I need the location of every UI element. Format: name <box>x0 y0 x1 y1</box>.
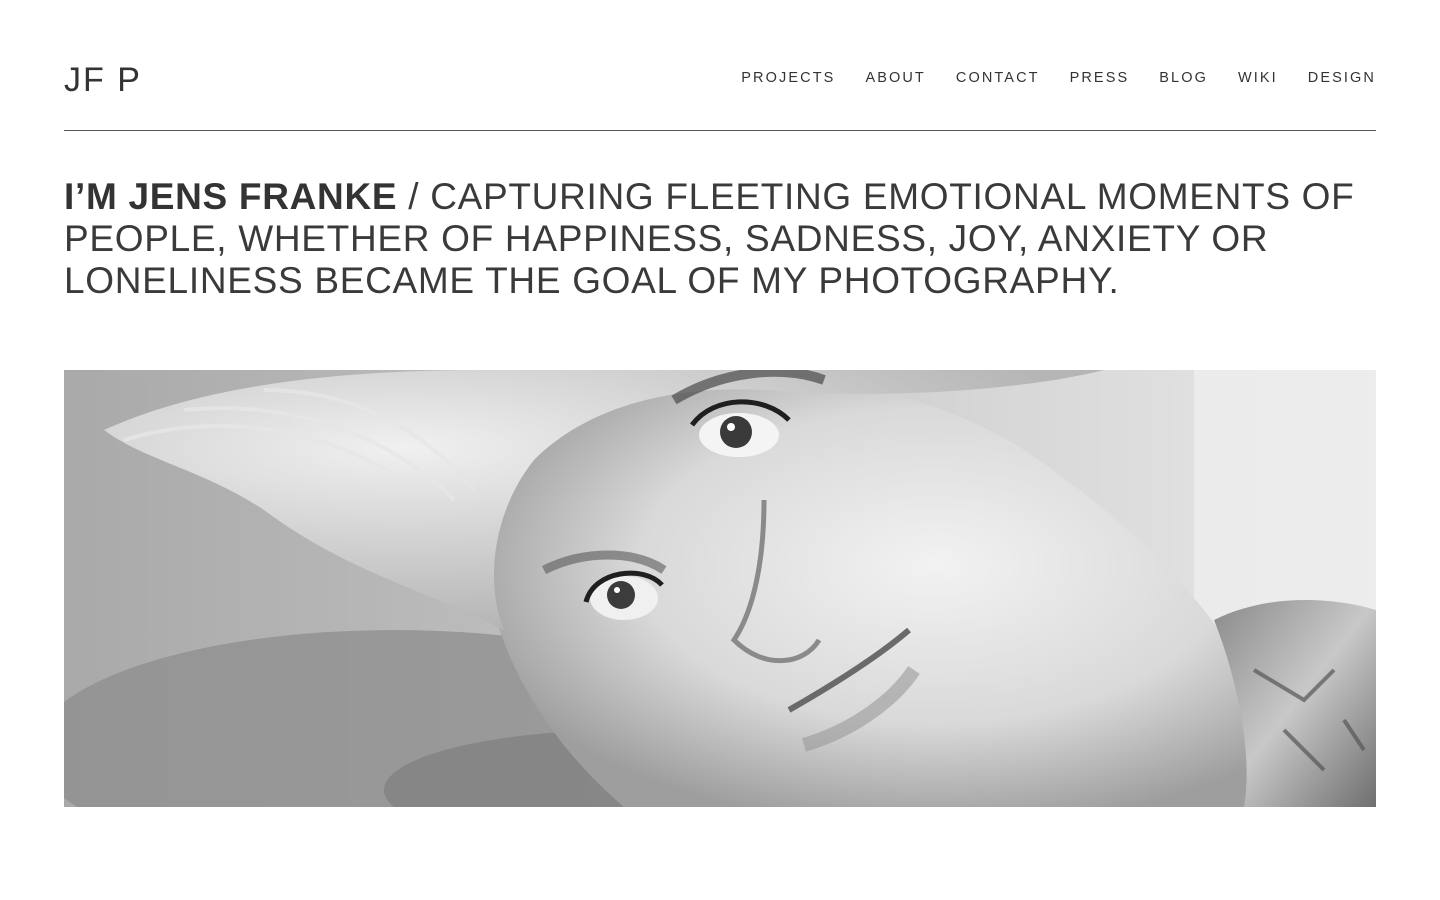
nav-item-press: PRESS <box>1070 68 1130 88</box>
nav-link-wiki[interactable]: WIKI <box>1238 70 1278 86</box>
nav-link-press[interactable]: PRESS <box>1070 70 1130 86</box>
nav-link-design[interactable]: DESIGN <box>1308 70 1376 86</box>
portrait-photo-icon <box>64 370 1376 807</box>
nav-item-contact: CONTACT <box>956 68 1040 88</box>
page: JF P PROJECTS ABOUT CONTACT PRESS BLOG W… <box>0 0 1440 900</box>
site-header: JF P PROJECTS ABOUT CONTACT PRESS BLOG W… <box>64 0 1376 131</box>
hero-portrait-photo[interactable] <box>64 370 1376 807</box>
site-logo[interactable]: JF P <box>64 60 142 100</box>
nav-item-design: DESIGN <box>1308 68 1376 88</box>
nav-item-projects: PROJECTS <box>741 68 835 88</box>
intro-statement: I’M JENS FRANKE / CAPTURING FLEETING EMO… <box>64 176 1376 302</box>
nav-link-about[interactable]: ABOUT <box>865 70 925 86</box>
nav-link-projects[interactable]: PROJECTS <box>741 70 835 86</box>
nav-link-blog[interactable]: BLOG <box>1159 70 1208 86</box>
nav-item-blog: BLOG <box>1159 68 1208 88</box>
nav-link-contact[interactable]: CONTACT <box>956 70 1040 86</box>
nav-item-about: ABOUT <box>865 68 925 88</box>
nav-item-wiki: WIKI <box>1238 68 1278 88</box>
intro-name: I’M JENS FRANKE <box>64 176 398 217</box>
main-nav: PROJECTS ABOUT CONTACT PRESS BLOG WIKI D… <box>741 68 1376 88</box>
